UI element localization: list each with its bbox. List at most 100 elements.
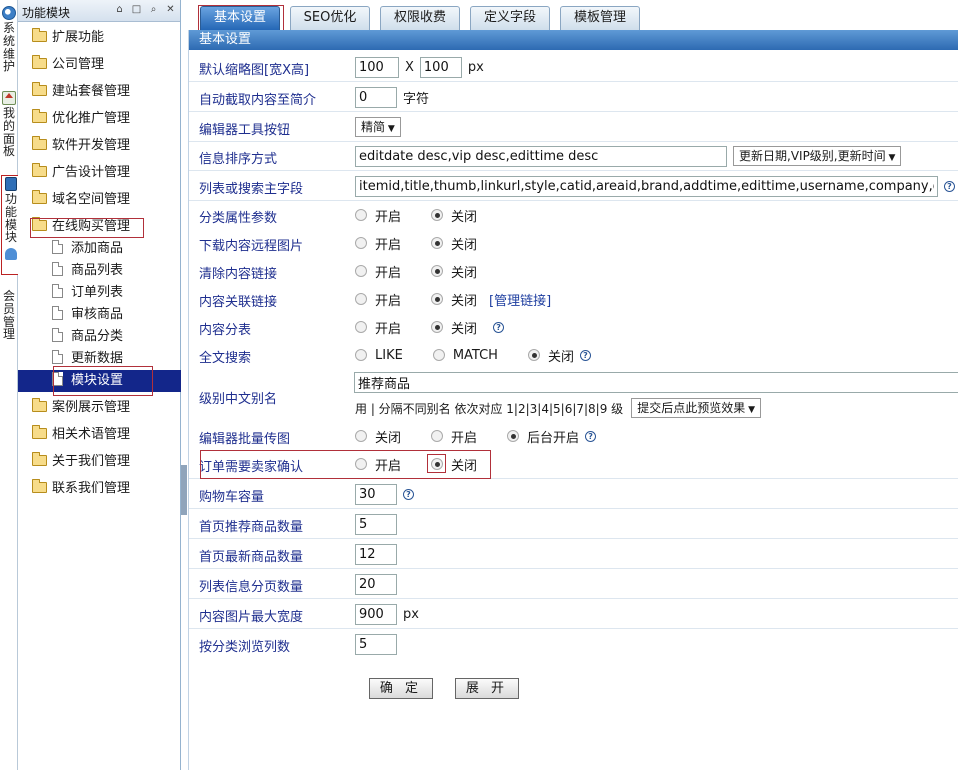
sidebar-subitem-update[interactable]: 更新数据	[52, 349, 123, 369]
clear-link-off-radio[interactable]: 关闭	[431, 262, 477, 281]
help-icon[interactable]: ?	[403, 488, 414, 500]
sidebar-item-software[interactable]: 软件开发管理	[32, 136, 130, 156]
intro-length-input[interactable]	[355, 86, 397, 108]
search-icon[interactable]: ⌕	[148, 4, 159, 15]
fulltext-off-radio[interactable]: 关闭	[527, 346, 574, 365]
row-clear-link: 清除内容链接 开启 关闭	[189, 257, 958, 286]
cat-attr-on-radio[interactable]: 开启	[355, 206, 401, 225]
folder-open-icon	[32, 217, 47, 231]
save-remote-off-radio[interactable]: 关闭	[431, 234, 477, 253]
folder-icon	[32, 82, 47, 96]
sidebar-item-extend[interactable]: 扩展功能	[32, 28, 104, 48]
page-size-input[interactable]	[355, 573, 397, 595]
sidebar-header: 功能模块 ⌂ □ ⌕ ✕	[18, 0, 180, 22]
sidebar-item-ad-design[interactable]: 广告设计管理	[32, 163, 130, 183]
row-category-cols: 按分类浏览列数	[189, 630, 958, 659]
sidebar-subitem-add-product[interactable]: 添加商品	[52, 239, 123, 259]
vtab-member-management[interactable]: 会员管理	[0, 290, 18, 341]
sidebar-subitem-order-list[interactable]: 订单列表	[52, 283, 123, 303]
level-alias-input[interactable]	[354, 372, 958, 393]
row-editor-toolbar: 编辑器工具按钮 精简	[189, 113, 958, 142]
sidebar-item-company[interactable]: 公司管理	[32, 55, 104, 75]
sidebar-item-domain[interactable]: 域名空间管理	[32, 190, 130, 210]
sidebar-item-terms[interactable]: 相关术语管理	[32, 425, 130, 445]
fulltext-match-radio[interactable]: MATCH	[432, 348, 498, 363]
save-remote-on-radio[interactable]: 开启	[355, 234, 401, 253]
help-icon[interactable]: ?	[944, 180, 955, 192]
sidebar-collapse-handle[interactable]	[181, 465, 187, 515]
window-icon[interactable]: □	[131, 4, 142, 15]
radio-icon	[355, 237, 367, 249]
row-thumb-size: 默认缩略图[宽X高] X px	[189, 53, 958, 82]
sidebar-item-about[interactable]: 关于我们管理	[32, 452, 130, 472]
module-icon	[5, 177, 17, 191]
split-on-radio[interactable]: 开启	[355, 318, 401, 337]
index-new-input[interactable]	[355, 543, 397, 565]
radio-icon	[355, 321, 367, 333]
row-category-attrs: 分类属性参数 开启 关闭	[189, 201, 958, 230]
level-preview-select[interactable]: 提交后点此预览效果	[631, 398, 761, 418]
sidebar-subitem-category[interactable]: 商品分类	[52, 327, 123, 347]
help-icon[interactable]: ?	[493, 321, 505, 333]
index-elite-input[interactable]	[355, 513, 397, 535]
keylink-off-radio[interactable]: 关闭	[431, 290, 477, 309]
tab-permissions[interactable]: 权限收费	[380, 6, 460, 30]
level-alias-note: 用 | 分隔不同别名 依次对应 1|2|3|4|5|6|7|8|9 级	[355, 401, 624, 416]
category-cols-input[interactable]	[355, 633, 397, 655]
submit-button[interactable]: 确 定	[369, 678, 433, 699]
split-off-radio[interactable]: 关闭	[431, 318, 477, 337]
editor-toolbar-select[interactable]: 精简	[355, 117, 401, 137]
upload-on-radio[interactable]: 开启	[431, 427, 477, 446]
sidebar-item-package[interactable]: 建站套餐管理	[32, 82, 130, 102]
page-icon	[52, 306, 63, 320]
radio-checked-icon	[431, 321, 444, 333]
sidebar-item-cases[interactable]: 案例展示管理	[32, 398, 130, 418]
vtab-my-panel[interactable]: 我的面板	[0, 90, 18, 158]
upload-off-radio[interactable]: 关闭	[355, 427, 401, 446]
user-icon	[5, 248, 17, 261]
tab-templates[interactable]: 模板管理	[560, 6, 640, 30]
cat-attr-off-radio[interactable]: 关闭	[431, 206, 477, 225]
help-icon[interactable]: ?	[585, 430, 597, 442]
sidebar-item-contact[interactable]: 联系我们管理	[32, 479, 130, 499]
confirm-on-radio[interactable]: 开启	[355, 455, 401, 474]
row-keylink: 内容关联链接 开启 关闭 [管理链接]	[189, 285, 958, 314]
radio-checked-icon	[431, 209, 444, 221]
cart-size-input[interactable]	[355, 483, 397, 505]
sort-order-input[interactable]	[355, 145, 727, 167]
row-page-size: 列表信息分页数量	[189, 570, 958, 599]
radio-checked-icon	[507, 430, 520, 442]
sidebar-subitem-review[interactable]: 审核商品	[52, 305, 123, 325]
sidebar-subitem-product-list[interactable]: 商品列表	[52, 261, 123, 281]
manage-links-link[interactable]: [管理链接]	[489, 290, 551, 309]
sidebar-item-seo[interactable]: 优化推广管理	[32, 109, 130, 129]
radio-icon	[355, 430, 367, 442]
folder-icon	[32, 55, 47, 69]
fulltext-like-radio[interactable]: LIKE	[355, 348, 403, 363]
thumb-width-input[interactable]	[355, 56, 399, 78]
row-level-alias: 级别中文别名 用 | 分隔不同别名 依次对应 1|2|3|4|5|6|7|8|9…	[189, 369, 958, 423]
help-icon[interactable]: ?	[579, 349, 591, 361]
row-save-remote: 下载内容远程图片 开启 关闭	[189, 229, 958, 258]
thumb-height-input[interactable]	[419, 56, 462, 78]
confirm-off-radio[interactable]: 关闭	[431, 455, 477, 474]
max-width-input[interactable]	[355, 603, 397, 625]
tab-bar: 基本设置 SEO优化 权限收费 定义字段 模板管理	[188, 0, 958, 32]
vtab-system-maintenance[interactable]: 系统维护	[0, 5, 18, 73]
tab-seo[interactable]: SEO优化	[290, 6, 370, 30]
row-index-elite: 首页推荐商品数量	[189, 510, 958, 539]
row-max-width: 内容图片最大宽度 px	[189, 600, 958, 629]
tab-custom-fields[interactable]: 定义字段	[470, 6, 550, 30]
tab-basic-settings[interactable]: 基本设置	[200, 6, 280, 30]
upload-admin-radio[interactable]: 后台开启	[507, 427, 579, 446]
sidebar-item-online-buy[interactable]: 在线购买管理	[32, 217, 130, 237]
expand-button[interactable]: 展 开	[455, 678, 519, 699]
home-icon[interactable]: ⌂	[114, 4, 125, 15]
radio-checked-icon	[431, 237, 444, 249]
main-fields-input[interactable]	[355, 175, 938, 197]
close-icon[interactable]: ✕	[165, 4, 176, 15]
sidebar-subitem-module-settings[interactable]: 模块设置	[52, 371, 123, 391]
keylink-on-radio[interactable]: 开启	[355, 290, 401, 309]
clear-link-on-radio[interactable]: 开启	[355, 262, 401, 281]
sort-order-select[interactable]: 更新日期,VIP级别,更新时间	[733, 146, 902, 166]
